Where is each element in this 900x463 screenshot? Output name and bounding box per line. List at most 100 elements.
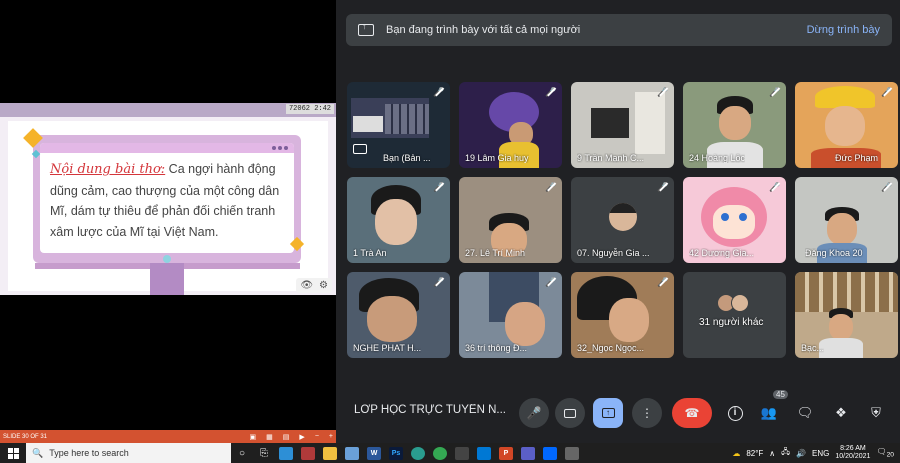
participant-tile[interactable]: 🎤 19 Lâm Gia huy: [459, 82, 562, 168]
notification-count: 20: [886, 451, 894, 459]
participant-tile[interactable]: 🎤 Bạn (Bản ...: [347, 82, 450, 168]
taskbar-app-desktop[interactable]: [275, 443, 297, 463]
people-button[interactable]: 👥: [756, 400, 782, 426]
slide-timer-small: 2:42: [314, 105, 331, 113]
stop-presenting-button[interactable]: Dừng trình bày: [807, 24, 880, 36]
zoom-out-icon[interactable]: −: [315, 433, 319, 441]
participant-tile[interactable]: 🎤 36 trí thông Đ...: [459, 272, 562, 358]
monitor-dot-icon: [278, 146, 282, 150]
weather-icon: ☁: [732, 448, 741, 458]
slide-heading: Nội dung bài thơ:: [50, 162, 166, 177]
camera-button[interactable]: [555, 398, 585, 428]
cortana-button[interactable]: ○: [231, 443, 253, 463]
mic-off-icon: 🎤: [769, 182, 781, 192]
taskbar-app-powerpoint[interactable]: P: [495, 443, 517, 463]
participant-tile[interactable]: 🎤 42 Dương Gia...: [683, 177, 786, 263]
store-icon: [455, 446, 469, 460]
temperature[interactable]: 82°F: [746, 449, 763, 458]
participant-tile[interactable]: Bạc...: [795, 272, 898, 358]
avatar: [609, 203, 637, 231]
powerpoint-icon: P: [499, 446, 513, 460]
activities-button[interactable]: ❖: [828, 400, 854, 426]
powerpoint-status-bar: SLIDE 30 OF 31 ▣ ▦ ▤ ▶ − +: [0, 430, 336, 443]
monitor-dot-icon: [272, 146, 276, 150]
slide-sorter-icon[interactable]: ▦: [266, 433, 273, 441]
taskbar-app-photoshop[interactable]: Ps: [385, 443, 407, 463]
system-tray: ☁ 82°F ∧ 🖧 🔊 ENG 8:26 AM 10/20/2021 🗨20: [732, 445, 900, 461]
meeting-title: LỚP HỌC TRỰC TUYẾN N...: [354, 404, 506, 416]
photoshop-icon: Ps: [389, 446, 403, 460]
word-icon: W: [367, 446, 381, 460]
hang-up-icon: ☎: [684, 406, 700, 420]
participant-tile[interactable]: 🎤 Đức Phạm: [795, 82, 898, 168]
presenting-text: Bạn đang trình bày với tất cả mọi người: [386, 24, 581, 36]
notification-icon[interactable]: 🗨20: [876, 447, 894, 459]
powerpoint-pane: 72062 2:42 Nội dung bài thơ: Ca ngợi hàn…: [0, 0, 336, 443]
mic-off-icon: 🎤: [433, 182, 445, 192]
more-vert-icon: ⋮: [641, 406, 653, 420]
edge-icon: [411, 446, 425, 460]
language-indicator[interactable]: ENG: [812, 449, 829, 458]
taskbar-app-chrome[interactable]: [429, 443, 451, 463]
taskbar-search[interactable]: 🔍 Type here to search: [26, 443, 231, 463]
taskbar-app-mail[interactable]: [473, 443, 495, 463]
participant-name: 42 Dương Gia...: [689, 248, 754, 258]
taskbar-app-store[interactable]: [451, 443, 473, 463]
participant-count-badge: 45: [773, 390, 788, 399]
participant-tile[interactable]: 🎤 24 Hoàng Lộc: [683, 82, 786, 168]
participant-tile[interactable]: 🎤 07. Nguyễn Gia ...: [571, 177, 674, 263]
clock[interactable]: 8:26 AM 10/20/2021: [835, 445, 870, 461]
present-screen-icon: [353, 144, 367, 154]
taskbar-app-games[interactable]: [297, 443, 319, 463]
participant-tile[interactable]: 🎤 32_Ngọc Ngọc...: [571, 272, 674, 358]
games-app-icon: [301, 446, 315, 460]
participant-name: 24 Hoàng Lộc: [689, 153, 746, 163]
chevron-up-icon[interactable]: ∧: [769, 449, 775, 458]
present-now-button[interactable]: ↑: [593, 398, 623, 428]
mic-off-icon: 🎤: [545, 87, 557, 97]
chrome-icon: [433, 446, 447, 460]
slide-body-text: Nội dung bài thơ: Ca ngợi hành động dũng…: [50, 159, 282, 242]
participant-tile[interactable]: 🎤 Đăng Khoa 20: [795, 177, 898, 263]
meeting-details-button[interactable]: i: [722, 400, 748, 426]
eye-icon[interactable]: 👁: [300, 280, 313, 291]
taskbar-app-zalo[interactable]: [539, 443, 561, 463]
taskbar-app-explorer[interactable]: [319, 443, 341, 463]
taskbar-app-edge[interactable]: [407, 443, 429, 463]
participant-name: 9 Trần Mạnh C...: [577, 153, 645, 163]
participant-tile[interactable]: 🎤 NGHE PHAT H...: [347, 272, 450, 358]
slide-timer-value: 72062: [288, 105, 310, 113]
taskbar-app-word[interactable]: W: [363, 443, 385, 463]
zoom-in-icon[interactable]: +: [329, 433, 333, 441]
more-options-button[interactable]: ⋮: [632, 398, 662, 428]
slideshow-icon[interactable]: ▶: [299, 433, 304, 441]
taskbar-app-photos[interactable]: [341, 443, 363, 463]
leave-call-button[interactable]: ☎: [672, 398, 712, 428]
windows-taskbar: 🔍 Type here to search ○ ⎘ W Ps P ☁ 82°F …: [0, 443, 900, 463]
mic-off-icon: 🎤: [545, 277, 557, 287]
taskbar-app-teams[interactable]: [517, 443, 539, 463]
slide: 72062 2:42 Nội dung bài thơ: Ca ngợi hàn…: [0, 103, 336, 295]
task-view-button[interactable]: ⎘: [253, 443, 275, 463]
slide-settings-icon[interactable]: ⚙: [319, 280, 328, 291]
chat-button[interactable]: 🗨: [792, 400, 818, 426]
mic-button[interactable]: 🎤: [519, 398, 549, 428]
participant-name: NGHE PHAT H...: [353, 343, 422, 353]
host-controls-button[interactable]: ⛨: [863, 400, 889, 426]
mic-off-icon: 🎤: [657, 87, 669, 97]
volume-icon[interactable]: 🔊: [796, 449, 806, 458]
slide-toolbar: 👁 ⚙: [296, 278, 332, 293]
reading-view-icon[interactable]: ▤: [283, 433, 290, 441]
teams-icon: [521, 446, 535, 460]
start-button[interactable]: [0, 443, 26, 463]
others-tile[interactable]: 31 người khác: [683, 272, 786, 358]
slide-position-label: SLIDE 30 OF 31: [3, 433, 48, 440]
participant-tile[interactable]: 🎤 1 Trà An: [347, 177, 450, 263]
participant-tile[interactable]: 🎤 9 Trần Mạnh C...: [571, 82, 674, 168]
photos-app-icon: [345, 446, 359, 460]
normal-view-icon[interactable]: ▣: [250, 433, 257, 441]
participant-tile[interactable]: 🎤 27. Lê Trí Minh: [459, 177, 562, 263]
zalo-icon: [543, 446, 557, 460]
network-icon[interactable]: 🖧: [781, 446, 790, 460]
taskbar-app-camera[interactable]: [561, 443, 583, 463]
